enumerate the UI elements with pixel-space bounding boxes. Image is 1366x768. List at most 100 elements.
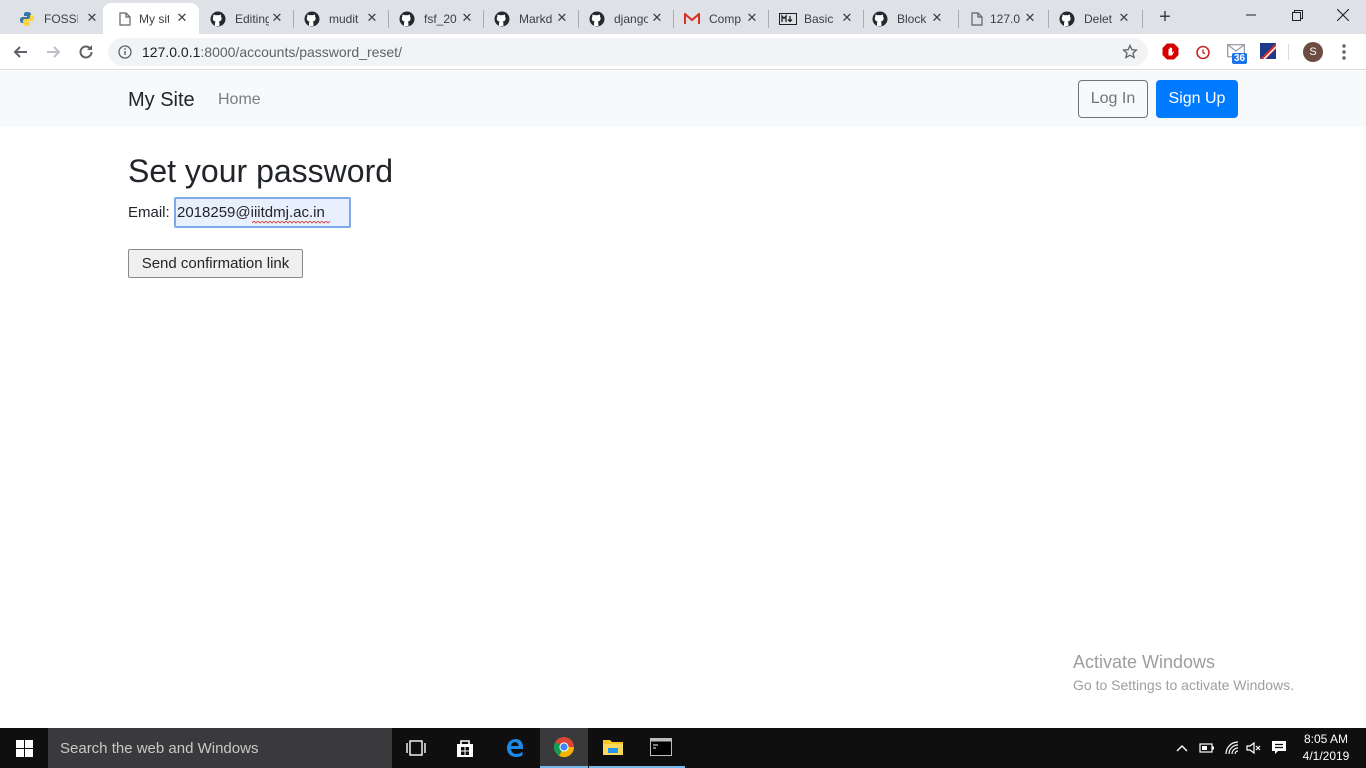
github-icon (1059, 11, 1075, 27)
tab-my-site[interactable]: My site ✕ (103, 3, 199, 34)
tab-title: Editing (235, 11, 269, 26)
notifications-icon[interactable] (1271, 740, 1287, 756)
email-field[interactable]: 2018259@iiitdmj.ac.in (174, 197, 351, 228)
tab-separator (1142, 10, 1143, 28)
tab-delete[interactable]: Delet ✕ (1048, 3, 1142, 34)
github-icon (210, 11, 226, 27)
info-icon[interactable] (118, 45, 132, 59)
browser-tab-strip: FOSSEE ✕ My site ✕ Editing ✕ mudit ✕ fsf… (0, 0, 1366, 34)
close-icon[interactable]: ✕ (555, 11, 569, 25)
url-path: :8000/accounts/password_reset/ (200, 44, 402, 60)
address-bar[interactable]: 127.0.0.1:8000/accounts/password_reset/ (108, 38, 1148, 66)
chrome-taskbar-button[interactable] (540, 728, 588, 768)
tab-title: fsf_20 (424, 11, 457, 26)
file-explorer-button[interactable] (589, 728, 637, 768)
menu-kebab-icon[interactable] (1336, 42, 1352, 62)
store-button[interactable] (441, 728, 489, 768)
tab-separator (388, 10, 389, 28)
battery-icon[interactable] (1199, 741, 1215, 755)
tab-title: Basic (804, 11, 834, 26)
back-arrow-icon (13, 46, 27, 58)
close-icon[interactable]: ✕ (175, 11, 189, 25)
signup-button[interactable]: Sign Up (1156, 80, 1238, 118)
close-icon[interactable]: ✕ (460, 11, 474, 25)
tab-markdown[interactable]: Markd ✕ (483, 3, 578, 34)
search-placeholder: Search the web and Windows (60, 740, 259, 757)
page-title: Set your password (128, 153, 394, 189)
mail-extension-icon[interactable]: 36 (1227, 44, 1249, 66)
task-view-button[interactable] (392, 728, 440, 768)
edge-button[interactable] (491, 728, 539, 768)
tab-django[interactable]: django ✕ (578, 3, 673, 34)
start-button[interactable] (0, 728, 48, 768)
close-icon[interactable]: ✕ (270, 11, 284, 25)
url-text: 127.0.0.1:8000/accounts/password_reset/ (142, 44, 402, 60)
edge-icon (507, 739, 523, 757)
close-icon[interactable]: ✕ (1117, 11, 1131, 25)
tab-separator (483, 10, 484, 28)
tab-fossee[interactable]: FOSSEE ✕ (0, 3, 103, 34)
tab-title: Comp (709, 11, 742, 26)
tab-separator (1048, 10, 1049, 28)
email-label: Email: (128, 204, 170, 221)
tab-block[interactable]: Block ✕ (863, 3, 958, 34)
wifi-icon[interactable] (1224, 740, 1240, 756)
page-icon (969, 11, 985, 27)
terminal-icon (650, 738, 672, 756)
tab-separator (578, 10, 579, 28)
bookmark-star-icon[interactable] (1121, 43, 1139, 60)
close-icon[interactable]: ✕ (745, 11, 759, 25)
tab-localhost[interactable]: 127.0 ✕ (958, 3, 1048, 34)
chevron-up-icon[interactable] (1175, 741, 1189, 755)
nav-home-link[interactable]: Home (218, 91, 261, 109)
taskbar-date[interactable]: 4/1/2019 (1296, 749, 1356, 764)
url-host: 127.0.0.1 (142, 44, 201, 60)
site-brand[interactable]: My Site (128, 88, 195, 112)
clock-extension-icon[interactable] (1195, 44, 1211, 60)
tab-gmail[interactable]: Comp ✕ (673, 3, 768, 34)
terminal-button[interactable] (637, 728, 685, 768)
github-icon (304, 11, 320, 27)
tab-mudit[interactable]: mudit ✕ (293, 3, 388, 34)
mail-badge: 36 (1232, 53, 1248, 64)
tab-separator (958, 10, 959, 28)
tab-title: django (614, 11, 648, 26)
taskbar-search-box[interactable]: Search the web and Windows (48, 728, 392, 768)
tab-title: Markd (519, 11, 553, 26)
close-icon[interactable]: ✕ (840, 11, 854, 25)
folder-icon (603, 740, 623, 755)
minimize-button[interactable] (1228, 0, 1274, 30)
activate-windows-title: Activate Windows (1073, 652, 1216, 672)
close-window-button[interactable] (1320, 0, 1366, 30)
restore-icon (1291, 9, 1303, 21)
reload-button[interactable] (76, 42, 96, 62)
tab-basic[interactable]: Basic ✕ (768, 3, 863, 34)
spellcheck-squiggle (252, 221, 331, 224)
windows-logo-icon (15, 739, 33, 757)
python-icon (19, 11, 35, 27)
close-icon[interactable]: ✕ (650, 11, 664, 25)
flag-extension-icon[interactable] (1260, 43, 1277, 60)
send-confirmation-button[interactable]: Send confirmation link (128, 249, 303, 278)
close-icon[interactable]: ✕ (1023, 11, 1037, 25)
close-icon[interactable]: ✕ (930, 11, 944, 25)
adblock-extension-icon[interactable] (1162, 43, 1179, 60)
close-icon[interactable]: ✕ (85, 11, 99, 25)
restore-button[interactable] (1274, 0, 1320, 30)
close-icon[interactable]: ✕ (365, 11, 379, 25)
github-icon (589, 11, 605, 27)
tab-editing[interactable]: Editing ✕ (199, 3, 293, 34)
new-tab-button[interactable]: + (1155, 7, 1175, 28)
tab-fsf[interactable]: fsf_20 ✕ (388, 3, 483, 34)
tab-title: Delet (1084, 11, 1113, 26)
back-button[interactable] (11, 42, 31, 62)
site-navbar: My Site Home Log In Sign Up (0, 71, 1366, 127)
taskbar-time[interactable]: 8:05 AM (1296, 732, 1356, 747)
reload-icon (79, 45, 93, 59)
activate-windows-subtitle: Go to Settings to activate Windows. (1073, 677, 1294, 693)
profile-avatar[interactable]: S (1303, 42, 1323, 62)
login-button[interactable]: Log In (1078, 80, 1148, 118)
forward-button[interactable] (43, 42, 63, 62)
minimize-icon (1246, 14, 1256, 16)
volume-muted-icon[interactable] (1246, 740, 1262, 756)
